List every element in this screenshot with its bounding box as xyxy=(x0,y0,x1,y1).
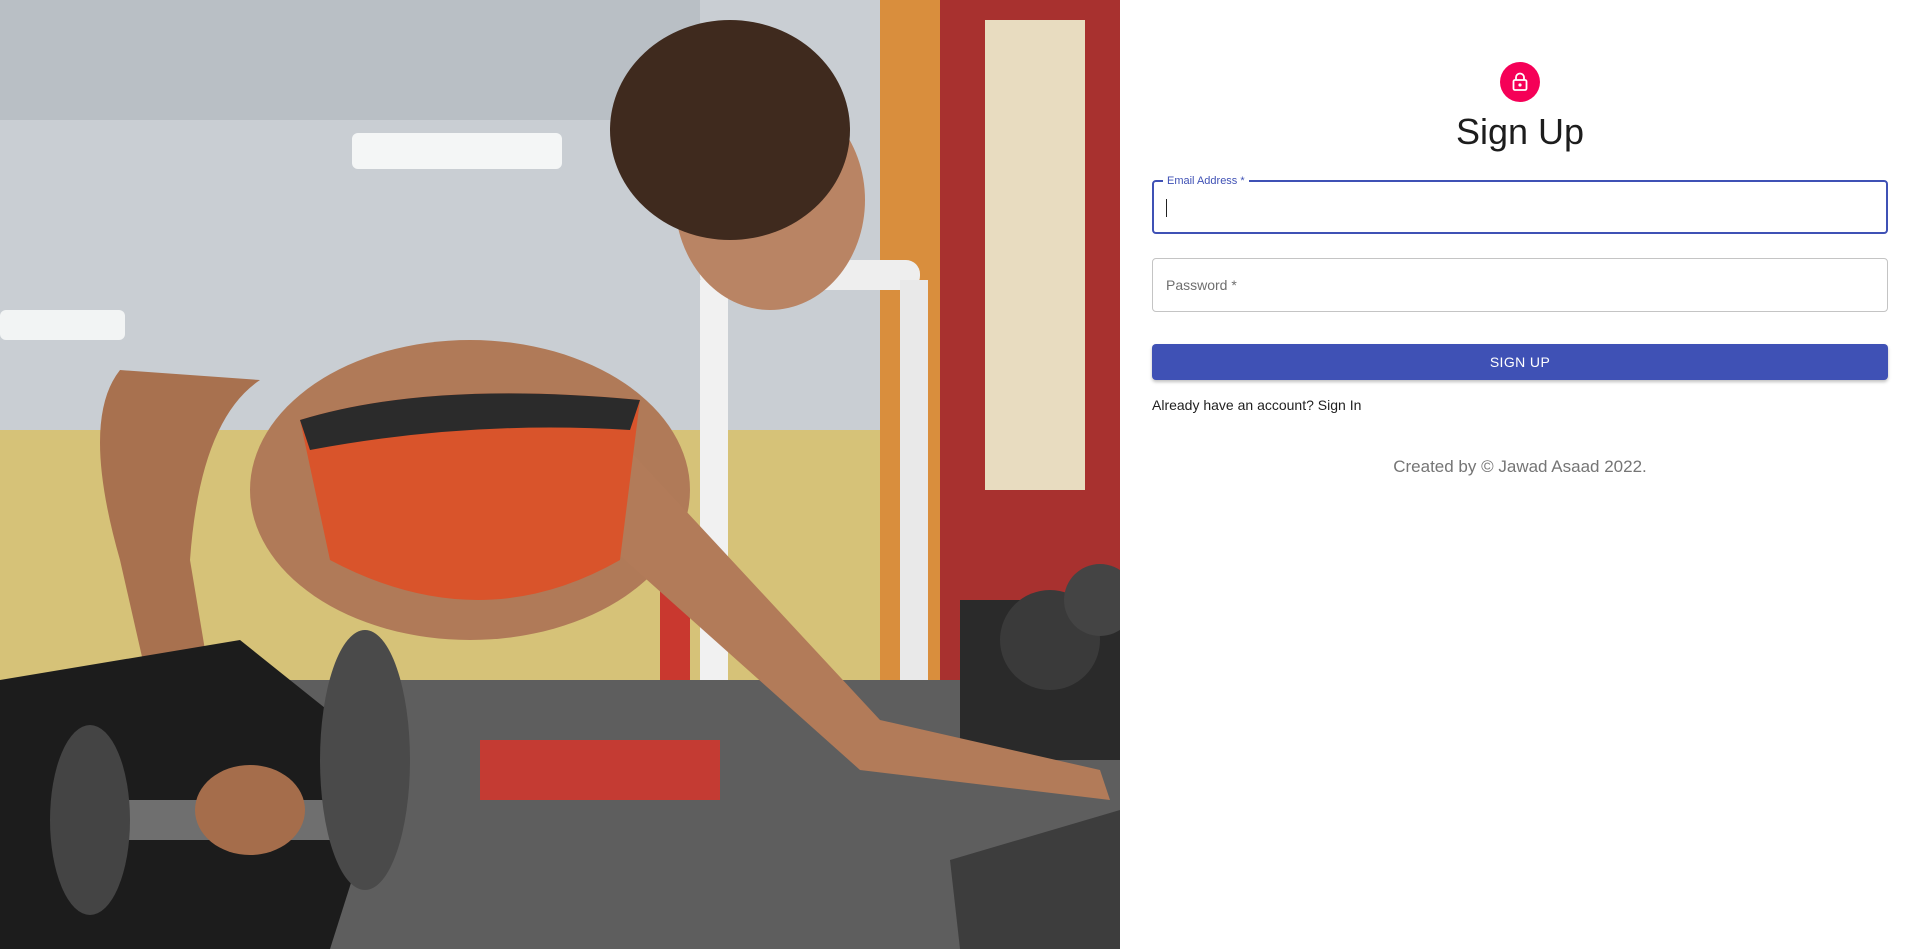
sign-up-button[interactable]: SIGN UP xyxy=(1152,344,1888,380)
email-input[interactable] xyxy=(1168,182,1872,232)
password-input[interactable] xyxy=(1167,259,1873,311)
password-field[interactable]: Password * xyxy=(1152,258,1888,312)
footer-credit: Created by © Jawad Asaad 2022. xyxy=(1393,457,1647,476)
page-title: Sign Up xyxy=(1455,111,1585,152)
text-cursor xyxy=(1166,199,1167,217)
sign-up-panel: Sign Up Email Address * Password * SIGN … xyxy=(1120,0,1909,949)
gym-photo xyxy=(0,0,1120,949)
hero-image xyxy=(0,0,1120,949)
email-field[interactable]: Email Address * xyxy=(1152,174,1888,234)
lock-icon xyxy=(1512,72,1528,91)
sign-in-link[interactable]: Already have an account? Sign In xyxy=(1152,397,1361,413)
avatar xyxy=(1500,62,1540,102)
